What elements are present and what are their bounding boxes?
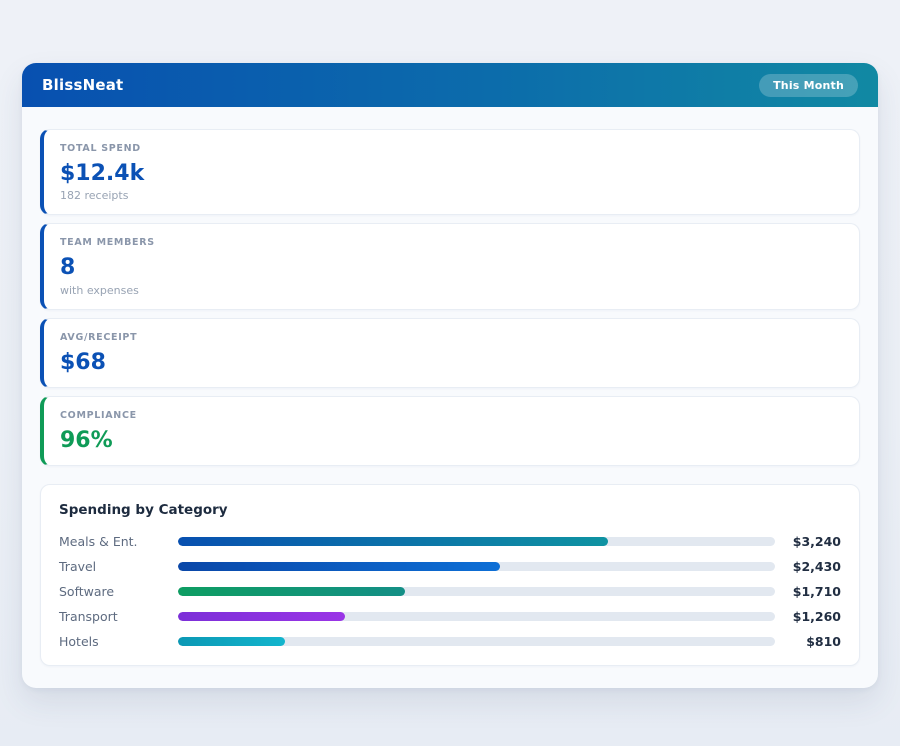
stats-list: TOTAL SPEND $12.4k 182 receipts TEAM MEM… bbox=[40, 129, 860, 466]
category-value: $3,240 bbox=[785, 534, 841, 549]
bar-track bbox=[178, 612, 775, 621]
stat-value: 8 bbox=[60, 255, 843, 280]
category-value: $810 bbox=[785, 634, 841, 649]
chart-row: Transport $1,260 bbox=[59, 608, 841, 625]
bar-track bbox=[178, 537, 775, 546]
category-label: Hotels bbox=[59, 634, 178, 649]
chart-row: Hotels $810 bbox=[59, 633, 841, 650]
app-title: BlissNeat bbox=[42, 76, 123, 94]
bar-fill bbox=[178, 587, 405, 596]
stat-value: $68 bbox=[60, 350, 843, 375]
stat-subtext: 182 receipts bbox=[60, 189, 843, 202]
stat-label: TEAM MEMBERS bbox=[60, 237, 843, 248]
period-badge[interactable]: This Month bbox=[759, 74, 858, 97]
bar-fill bbox=[178, 562, 500, 571]
stat-label: AVG/RECEIPT bbox=[60, 332, 843, 343]
bar-track bbox=[178, 587, 775, 596]
bar-track bbox=[178, 637, 775, 646]
category-label: Software bbox=[59, 584, 178, 599]
category-value: $1,260 bbox=[785, 609, 841, 624]
stat-card: TEAM MEMBERS 8 with expenses bbox=[40, 223, 860, 309]
chart-row: Software $1,710 bbox=[59, 583, 841, 600]
category-value: $2,430 bbox=[785, 559, 841, 574]
chart-rows: Meals & Ent. $3,240 Travel $2,430 Softwa… bbox=[59, 533, 841, 650]
stat-card: TOTAL SPEND $12.4k 182 receipts bbox=[40, 129, 860, 215]
stat-label: COMPLIANCE bbox=[60, 410, 843, 421]
chart-title: Spending by Category bbox=[59, 502, 841, 518]
category-value: $1,710 bbox=[785, 584, 841, 599]
stat-value: $12.4k bbox=[60, 161, 843, 186]
dashboard-content: TOTAL SPEND $12.4k 182 receipts TEAM MEM… bbox=[22, 107, 878, 688]
stat-value: 96% bbox=[60, 428, 843, 453]
bar-fill bbox=[178, 637, 285, 646]
page-background: { "app": { "title": "BlissNeat", "period… bbox=[0, 0, 900, 746]
bar-track bbox=[178, 562, 775, 571]
stat-subtext: with expenses bbox=[60, 284, 843, 297]
app-header: BlissNeat This Month bbox=[22, 63, 878, 107]
stat-card: COMPLIANCE 96% bbox=[40, 396, 860, 466]
dashboard-card: BlissNeat This Month TOTAL SPEND $12.4k … bbox=[22, 63, 878, 688]
chart-row: Meals & Ent. $3,240 bbox=[59, 533, 841, 550]
chart-row: Travel $2,430 bbox=[59, 558, 841, 575]
bar-fill bbox=[178, 537, 608, 546]
bar-fill bbox=[178, 612, 345, 621]
category-label: Travel bbox=[59, 559, 178, 574]
spending-by-category-card: Spending by Category Meals & Ent. $3,240… bbox=[40, 484, 860, 666]
stat-card: AVG/RECEIPT $68 bbox=[40, 318, 860, 388]
category-label: Meals & Ent. bbox=[59, 534, 178, 549]
category-label: Transport bbox=[59, 609, 178, 624]
stat-label: TOTAL SPEND bbox=[60, 143, 843, 154]
